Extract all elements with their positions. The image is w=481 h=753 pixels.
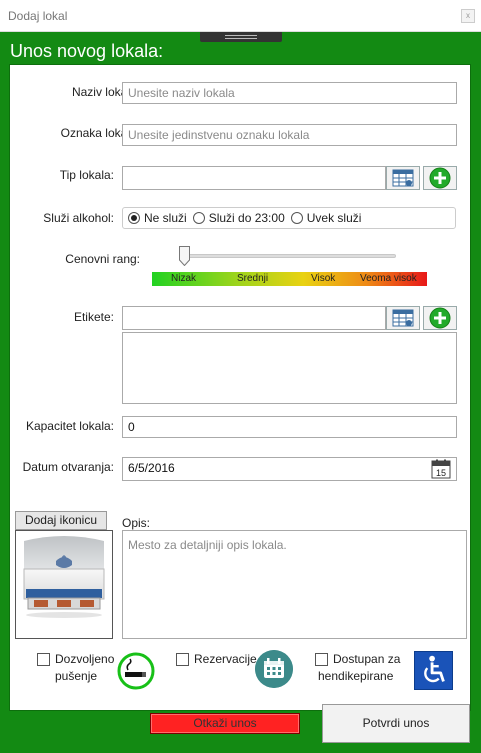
alcohol-option-label: Uvek služi — [306, 211, 362, 225]
reservation-checkbox[interactable] — [176, 653, 189, 666]
code-input[interactable]: Unesite jedinstvenu oznaku lokala — [122, 124, 457, 146]
alcohol-option-always[interactable]: Uvek služi — [290, 211, 362, 225]
accessible-label-line2: hendikepirane — [318, 669, 394, 683]
price-scale-bar: Nizak Srednji Visok Veoma visok — [152, 272, 427, 286]
window-titlebar: Dodaj lokal x — [0, 0, 481, 32]
price-slider-thumb[interactable] — [179, 246, 190, 266]
name-placeholder: Unesite naziv lokala — [128, 86, 235, 100]
add-icon-button[interactable]: Dodaj ikonicu — [15, 511, 107, 530]
alcohol-label: Služi alkohol: — [43, 211, 114, 225]
table-icon — [392, 169, 414, 187]
add-icon — [429, 167, 451, 189]
window-close-button[interactable]: x — [461, 9, 475, 23]
venue-icon-image[interactable] — [15, 530, 113, 639]
alcohol-radio-group: Ne služi Služi do 23:00 Uvek služi — [122, 207, 456, 229]
code-placeholder: Unesite jedinstvenu oznaku lokala — [128, 128, 310, 142]
radio-selected[interactable] — [128, 212, 140, 224]
window-title: Dodaj lokal — [8, 9, 68, 23]
type-table-button[interactable] — [386, 166, 420, 190]
accessible-label-line1: Dostupan za — [333, 652, 401, 666]
tags-list[interactable] — [122, 332, 457, 404]
smoking-checkbox[interactable] — [37, 653, 50, 666]
type-add-button[interactable] — [423, 166, 457, 190]
price-scale-very-high: Veoma visok — [360, 273, 417, 284]
alcohol-option-label: Služi do 23:00 — [208, 211, 285, 225]
accessible-checkbox[interactable] — [315, 653, 328, 666]
capacity-value: 0 — [128, 420, 135, 434]
calendar-reservation-icon — [255, 650, 293, 688]
name-input[interactable]: Unesite naziv lokala — [122, 82, 457, 104]
capacity-input[interactable]: 0 — [122, 416, 457, 438]
calendar-day: 15 — [436, 468, 446, 478]
description-placeholder: Mesto za detaljniji opis lokala. — [128, 538, 287, 552]
wheelchair-icon — [414, 651, 453, 690]
alcohol-option-none[interactable]: Ne služi — [128, 211, 187, 225]
price-scale-mid: Srednji — [237, 273, 269, 284]
table-icon — [392, 309, 414, 327]
tags-add-button[interactable] — [423, 306, 457, 330]
price-label: Cenovni rang: — [65, 252, 140, 266]
confirm-button[interactable]: Potvrdi unos — [322, 704, 470, 743]
capacity-label: Kapacitet lokala: — [25, 419, 114, 433]
reservation-label: Rezervacije — [194, 652, 257, 666]
smoking-label-line2: pušenje — [55, 669, 98, 683]
cancel-button[interactable]: Otkaži unos — [150, 713, 300, 734]
alcohol-option-until-23[interactable]: Služi do 23:00 — [192, 211, 285, 225]
drag-grip[interactable] — [200, 32, 282, 42]
venue-illustration — [23, 536, 105, 618]
smoking-label-line1: Dozvoljeno — [55, 652, 115, 666]
calendar-icon[interactable]: 15 — [431, 459, 451, 479]
radio-unselected[interactable] — [290, 212, 303, 224]
price-scale-high: Visok — [311, 273, 336, 284]
date-value: 6/5/2016 — [128, 461, 175, 475]
tags-table-button[interactable] — [386, 306, 420, 330]
alcohol-option-label: Ne služi — [144, 211, 187, 225]
page-title: Unos novog lokala: — [10, 41, 164, 61]
no-smoking-icon — [117, 652, 155, 690]
type-input[interactable] — [122, 166, 386, 190]
tags-input[interactable] — [122, 306, 386, 330]
add-icon — [429, 307, 451, 329]
description-textarea[interactable]: Mesto za detaljniji opis lokala. — [122, 530, 467, 639]
date-label: Datum otvaranja: — [22, 460, 114, 474]
price-scale-low: Nizak — [171, 273, 197, 284]
description-label: Opis: — [122, 516, 151, 530]
date-picker[interactable]: 6/5/2016 — [122, 457, 457, 481]
price-slider-track[interactable] — [182, 254, 396, 258]
type-label: Tip lokala: — [59, 168, 114, 182]
radio-unselected[interactable] — [192, 212, 205, 224]
tags-label: Etikete: — [73, 310, 114, 324]
